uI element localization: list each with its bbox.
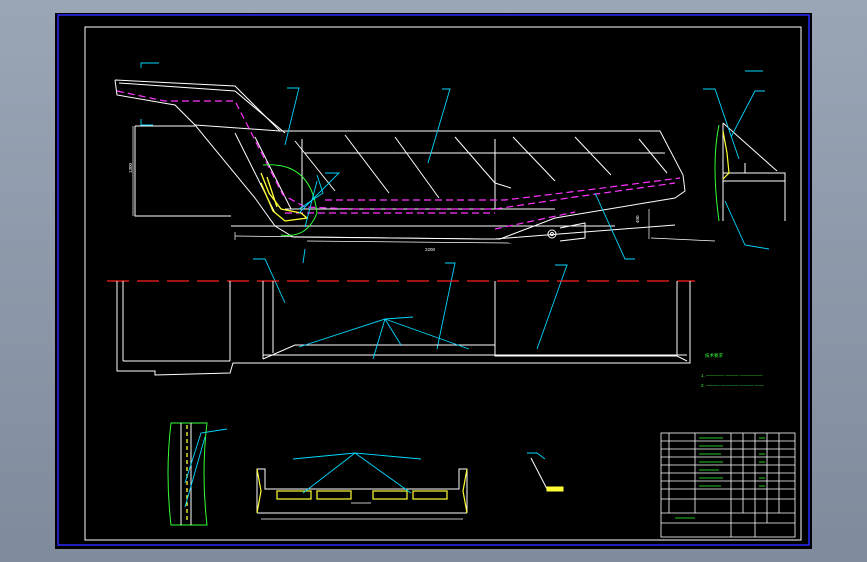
hidden-lines (116, 90, 681, 230)
svg-text:2. ——— ———— ——— ——: 2. ——— ———— ——— —— (701, 383, 764, 388)
outer-frame (57, 14, 810, 546)
section-arrow-top (140, 62, 159, 126)
svg-text:1300: 1300 (128, 162, 133, 173)
section-bb (256, 452, 468, 520)
detail-bottom-left (167, 422, 228, 526)
technical-notes: 技术要求 1. ———— ——— ————— 2. ——— ———— ——— —… (701, 352, 764, 388)
detail-yellow-weld (722, 130, 730, 180)
radius-arc (262, 164, 318, 237)
cad-viewport[interactable]: 1300 2200 400 技术要求 1. ———— ——— ————— 2. … (55, 13, 812, 549)
inner-border (84, 26, 802, 541)
svg-text:1. ———— ——— —————: 1. ———— ——— ————— (701, 373, 763, 378)
detail-view-right (722, 122, 786, 221)
engineering-drawing: 1300 2200 400 技术要求 1. ———— ——— ————— 2. … (57, 14, 810, 546)
plan-leaders (298, 316, 470, 360)
svg-text:400: 400 (635, 215, 640, 223)
title-block (660, 432, 796, 538)
svg-text:2200: 2200 (425, 247, 436, 252)
svg-text:技术要求: 技术要求 (705, 352, 723, 359)
section-aa (527, 452, 564, 492)
leader-lines (253, 87, 635, 350)
title-block-entries (675, 437, 765, 519)
detail-green-outline (714, 124, 720, 222)
elevation-view (114, 79, 686, 242)
weld-fillet (260, 172, 309, 222)
cad-labels: 1300 2200 400 (128, 162, 640, 252)
detail-leaders (703, 70, 770, 250)
plan-view (116, 281, 691, 376)
